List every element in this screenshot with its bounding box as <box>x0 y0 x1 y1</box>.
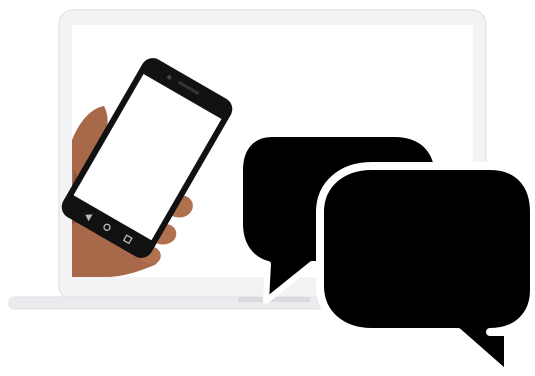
speech-bubbles-icon <box>237 131 535 376</box>
illustration <box>0 0 535 376</box>
chat-bubble-front <box>316 162 535 376</box>
chat-laptop-illustration <box>8 9 535 376</box>
